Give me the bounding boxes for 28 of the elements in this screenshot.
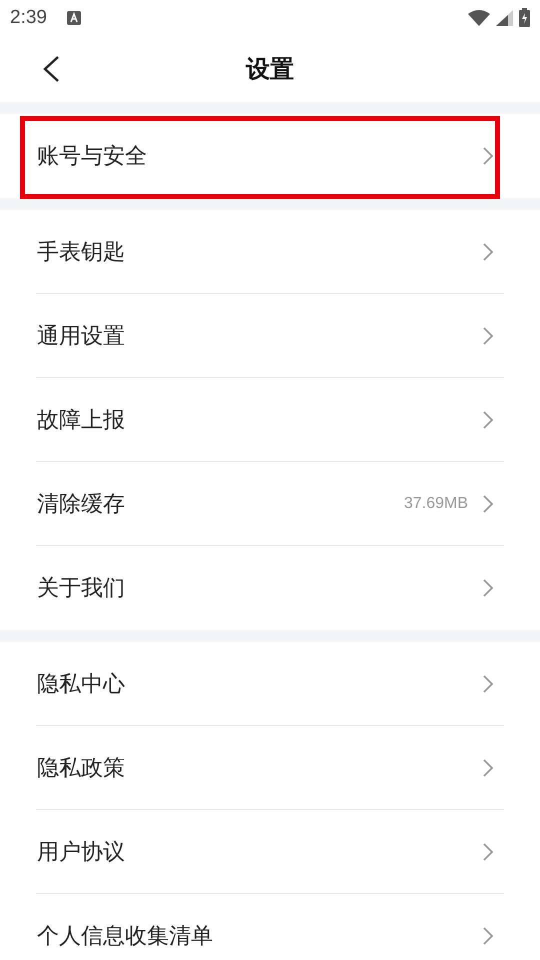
settings-item[interactable]: 关于我们 <box>37 573 125 603</box>
cache-size: 37.69MB <box>404 495 468 513</box>
chevron-right-icon <box>482 242 494 262</box>
chevron-right-icon <box>482 410 494 430</box>
settings-item[interactable]: 个人信息收集清单 <box>37 921 213 951</box>
back-icon[interactable] <box>42 55 60 83</box>
chevron-right-icon <box>482 674 494 694</box>
chevron-right-icon <box>482 758 494 778</box>
wifi-icon <box>468 10 490 26</box>
settings-item[interactable]: 隐私中心 <box>37 669 125 699</box>
chevron-right-icon <box>482 494 494 514</box>
signal-icon <box>496 10 513 26</box>
notification-icon <box>66 10 81 24</box>
settings-item[interactable]: 故障上报 <box>37 405 125 435</box>
chevron-right-icon <box>482 842 494 862</box>
chevron-right-icon <box>482 926 494 946</box>
chevron-right-icon <box>482 578 494 598</box>
page-title: 设置 <box>246 54 294 84</box>
chevron-right-icon <box>482 326 494 346</box>
settings-item[interactable]: 用户协议 <box>37 837 125 867</box>
settings-item[interactable]: 账号与安全 <box>37 141 147 171</box>
settings-item[interactable]: 通用设置 <box>37 321 125 351</box>
status-time: 2:39 <box>10 6 47 28</box>
settings-item[interactable]: 隐私政策 <box>37 753 125 783</box>
chevron-right-icon <box>482 146 494 166</box>
battery-icon <box>519 8 530 27</box>
settings-item[interactable]: 清除缓存 <box>37 489 125 519</box>
settings-item[interactable]: 手表钥匙 <box>37 237 125 267</box>
